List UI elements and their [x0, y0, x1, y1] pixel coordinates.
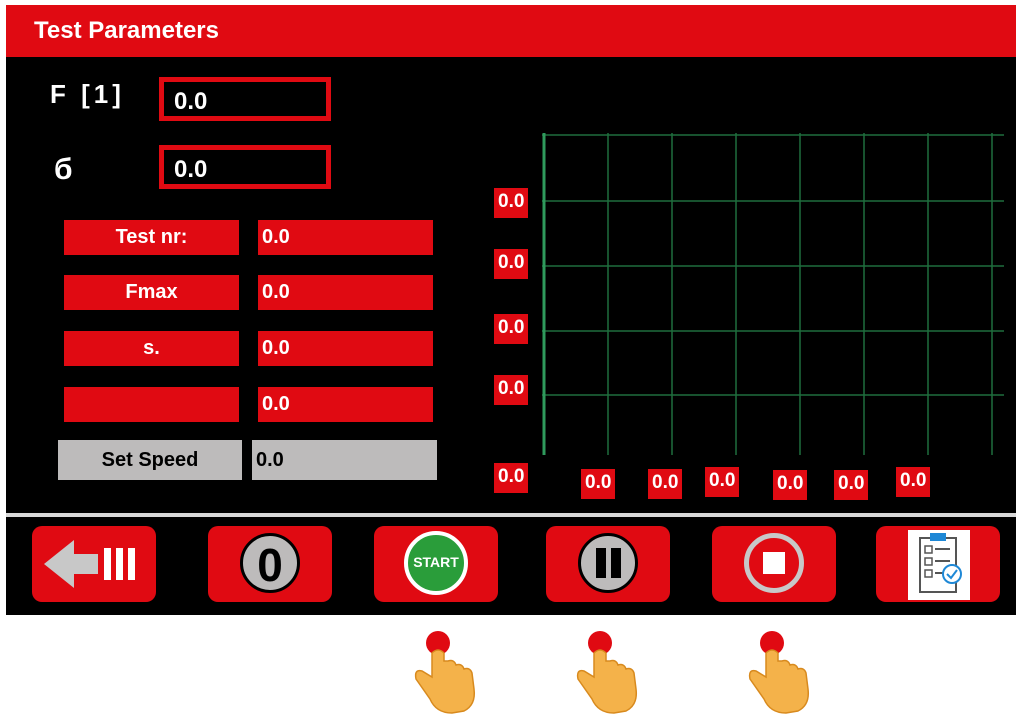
- tap-finger-icon: [576, 631, 638, 714]
- stress-label: б: [54, 153, 77, 186]
- pause-button[interactable]: [546, 526, 670, 602]
- y-axis-label: 0.0: [494, 249, 529, 279]
- tap-finger-icon: [748, 631, 810, 714]
- graph-grid: [542, 133, 1004, 455]
- start-button[interactable]: START: [374, 526, 498, 602]
- x-axis-label: 0.0: [896, 467, 931, 497]
- x-axis-label: 0.0: [581, 469, 616, 499]
- force-field[interactable]: 0.0: [159, 77, 331, 121]
- back-arrow-icon: [44, 540, 135, 588]
- x-axis-label: 0.0: [834, 470, 869, 500]
- set-speed-field[interactable]: 0.0: [252, 440, 437, 480]
- divider: [6, 513, 1016, 517]
- pause-icon: [578, 533, 638, 593]
- start-label: START: [413, 554, 459, 570]
- unnamed-param-label: [64, 387, 239, 422]
- back-button[interactable]: [32, 526, 156, 602]
- force-label: F [1]: [50, 79, 125, 109]
- force-value: 0.0: [174, 88, 208, 115]
- s-value[interactable]: 0.0: [258, 331, 433, 366]
- x-axis-label: 0.0: [773, 470, 808, 500]
- title-bar: Test Parameters: [6, 5, 1016, 57]
- set-speed-label: Set Speed: [58, 440, 242, 480]
- stress-field[interactable]: 0.0: [159, 145, 331, 189]
- page-title: Test Parameters: [34, 17, 219, 44]
- fmax-label: Fmax: [64, 275, 239, 310]
- clipboard-checklist-icon: [908, 530, 970, 600]
- y-axis-label: 0.0: [494, 375, 529, 405]
- zero-label: 0: [257, 539, 283, 591]
- unnamed-param-value[interactable]: 0.0: [258, 387, 433, 422]
- x-axis-label: 0.0: [648, 469, 683, 499]
- stop-button[interactable]: [712, 526, 836, 602]
- y-axis-label: 0.0: [494, 188, 529, 218]
- y-axis-label: 0.0: [494, 314, 529, 344]
- fmax-value[interactable]: 0.0: [258, 275, 433, 310]
- start-icon: START: [404, 531, 468, 595]
- test-nr-value[interactable]: 0.0: [258, 220, 433, 255]
- stress-value: 0.0: [174, 156, 208, 183]
- s-label: s.: [64, 331, 239, 366]
- origin-label: 0.0: [494, 463, 529, 493]
- tap-finger-icon: [414, 631, 476, 714]
- zero-button[interactable]: 0: [208, 526, 332, 602]
- zero-icon: 0: [240, 533, 300, 593]
- test-nr-label: Test nr:: [64, 220, 239, 255]
- report-button[interactable]: [876, 526, 1000, 602]
- stop-icon: [744, 533, 804, 593]
- hmi-screen: Test Parameters F [1] 0.0 б 0.0 Test nr:…: [6, 5, 1016, 615]
- x-axis-label: 0.0: [705, 467, 740, 497]
